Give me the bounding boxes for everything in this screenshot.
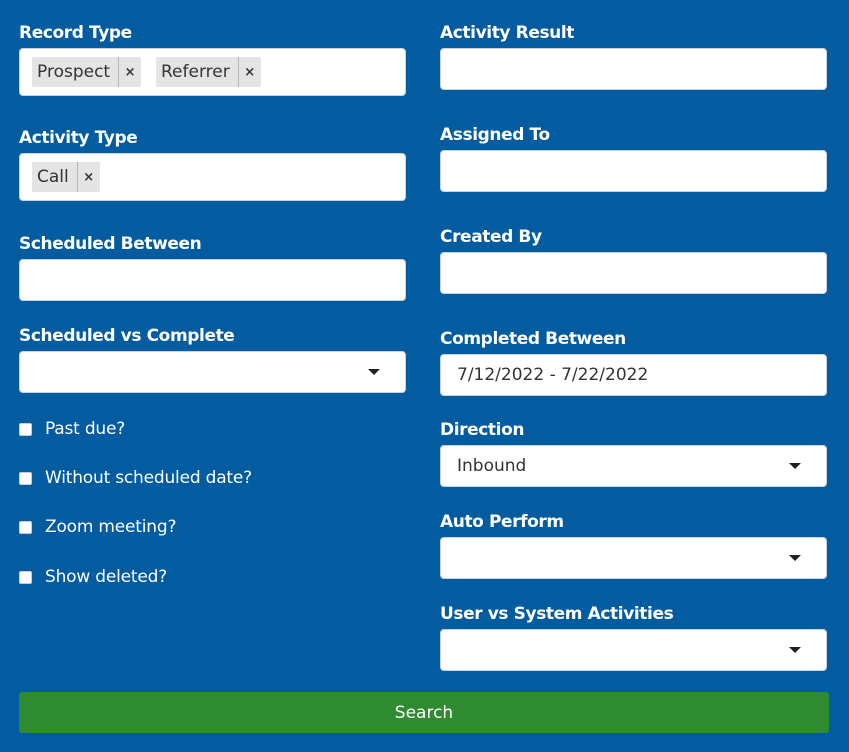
past-due-label: Past due? [45,419,126,439]
remove-prospect-icon[interactable]: × [118,57,141,87]
scheduled-between-input[interactable] [19,259,406,301]
scheduled-between-field: Scheduled Between [19,234,408,301]
activity-type-label: Activity Type [19,128,138,148]
past-due-checkbox-row[interactable]: Past due? [19,418,125,440]
direction-value: Inbound [457,456,527,476]
zoom-meeting-label: Zoom meeting? [45,517,177,537]
tag-label: Call [37,167,69,187]
tag-prospect: Prospect × [32,57,142,87]
without-scheduled-date-checkbox-row[interactable]: Without scheduled date? [19,467,252,489]
user-vs-system-select[interactable] [440,629,827,671]
completed-between-field: Completed Between 7/12/2022 - 7/22/2022 [440,329,829,396]
created-by-label: Created By [440,227,542,247]
completed-between-input[interactable]: 7/12/2022 - 7/22/2022 [440,354,827,396]
scheduled-vs-complete-label: Scheduled vs Complete [19,326,235,346]
zoom-meeting-checkbox-row[interactable]: Zoom meeting? [19,516,176,538]
assigned-to-input[interactable] [440,150,827,192]
direction-select[interactable]: Inbound [440,445,827,487]
tag-call: Call × [32,162,100,192]
record-type-field: Record Type Prospect × Referrer × [19,23,408,96]
direction-field: Direction Inbound [440,420,829,487]
without-scheduled-date-label: Without scheduled date? [45,468,252,488]
tag-label: Prospect [37,62,111,82]
chevron-down-icon [368,369,380,375]
activity-type-multiselect[interactable]: Call × [19,153,406,201]
activity-result-input[interactable] [440,48,827,90]
completed-between-label: Completed Between [440,329,626,349]
user-vs-system-field: User vs System Activities [440,604,829,671]
auto-perform-field: Auto Perform [440,512,829,579]
zoom-meeting-checkbox[interactable] [19,520,32,534]
user-vs-system-label: User vs System Activities [440,604,674,624]
auto-perform-label: Auto Perform [440,512,564,532]
scheduled-vs-complete-select[interactable] [19,351,406,393]
remove-referrer-icon[interactable]: × [237,57,261,87]
show-deleted-checkbox[interactable] [19,570,32,584]
remove-call-icon[interactable]: × [76,162,100,192]
chevron-down-icon [789,555,801,561]
show-deleted-checkbox-row[interactable]: Show deleted? [19,566,167,588]
scheduled-between-label: Scheduled Between [19,234,202,254]
chevron-down-icon [789,647,801,653]
assigned-to-field: Assigned To [440,125,829,192]
record-type-multiselect[interactable]: Prospect × Referrer × [19,48,406,96]
direction-label: Direction [440,420,525,440]
scheduled-vs-complete-field: Scheduled vs Complete [19,326,408,393]
without-scheduled-date-checkbox[interactable] [19,471,32,485]
tag-referrer: Referrer × [156,57,261,87]
search-button[interactable]: Search [19,692,829,733]
created-by-input[interactable] [440,252,827,294]
activity-result-label: Activity Result [440,23,575,43]
auto-perform-select[interactable] [440,537,827,579]
show-deleted-label: Show deleted? [45,567,168,587]
completed-between-value: 7/12/2022 - 7/22/2022 [457,365,649,385]
activity-type-field: Activity Type Call × [19,128,408,201]
past-due-checkbox[interactable] [19,422,32,436]
record-type-label: Record Type [19,23,132,43]
assigned-to-label: Assigned To [440,125,550,145]
created-by-field: Created By [440,227,829,294]
tag-label: Referrer [161,62,230,82]
chevron-down-icon [789,463,801,469]
activity-result-field: Activity Result [440,23,829,90]
